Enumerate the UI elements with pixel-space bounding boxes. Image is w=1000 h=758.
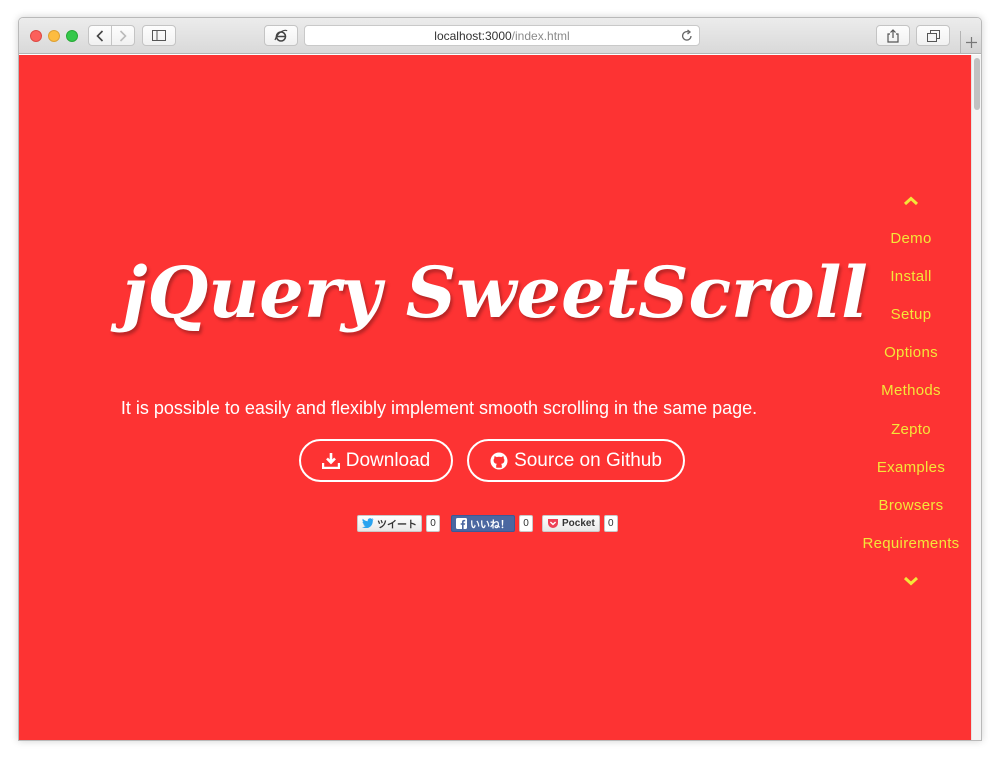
page-viewport: jQuery SweetScroll It is possible to eas… xyxy=(19,55,971,740)
twitter-bird-icon xyxy=(362,518,374,528)
share-button[interactable] xyxy=(876,25,910,46)
vertical-scrollbar[interactable] xyxy=(971,55,981,740)
tweet-label: ツイート xyxy=(377,519,417,531)
tweet-widget: ツイート 0 xyxy=(357,514,440,532)
sidebar-toggle-button[interactable] xyxy=(142,25,176,46)
new-tab-button[interactable] xyxy=(960,31,981,53)
plus-icon xyxy=(966,36,977,48)
pocket-button[interactable]: Pocket xyxy=(542,514,600,532)
facebook-like-label: いいね！ xyxy=(470,519,510,531)
nav-item-requirements[interactable]: Requirements xyxy=(841,535,971,552)
address-bar[interactable]: localhost:3000/index.html xyxy=(304,25,700,46)
maximize-window-button[interactable] xyxy=(66,30,78,42)
pocket-icon xyxy=(548,518,558,528)
tweet-count: 0 xyxy=(426,514,440,532)
facebook-like-widget: いいね！ 0 xyxy=(451,514,533,532)
tweet-button[interactable]: ツイート xyxy=(357,514,422,532)
url-path: /index.html xyxy=(511,28,570,43)
facebook-icon xyxy=(456,517,467,529)
close-window-button[interactable] xyxy=(30,30,42,42)
page-title: jQuery SweetScroll xyxy=(122,251,868,334)
chevron-right-icon xyxy=(119,29,127,42)
chevron-down-icon[interactable] xyxy=(902,575,920,587)
download-label: Download xyxy=(345,449,431,471)
nav-item-methods[interactable]: Methods xyxy=(841,382,971,399)
nav-item-browsers[interactable]: Browsers xyxy=(841,497,971,514)
browser-window: localhost:3000/index.html jQuery SweetSc… xyxy=(18,17,982,741)
nav-item-zepto[interactable]: Zepto xyxy=(841,421,971,438)
url-host: localhost:3000 xyxy=(434,28,512,43)
pocket-count: 0 xyxy=(603,514,618,532)
browser-toolbar: localhost:3000/index.html xyxy=(19,18,981,54)
minimize-window-button[interactable] xyxy=(48,30,60,42)
share-icon xyxy=(887,28,899,43)
download-button[interactable]: Download xyxy=(299,439,453,482)
github-label: Source on Github xyxy=(514,449,662,471)
github-icon xyxy=(490,452,508,469)
nav-item-install[interactable]: Install xyxy=(841,268,971,285)
page-subtitle: It is possible to easily and flexibly im… xyxy=(120,398,758,418)
pocket-label: Pocket xyxy=(562,517,595,529)
show-tabs-button[interactable] xyxy=(916,25,950,46)
back-button[interactable] xyxy=(88,25,112,46)
nav-item-options[interactable]: Options xyxy=(841,344,971,361)
internet-explorer-button[interactable] xyxy=(264,25,298,46)
nav-item-setup[interactable]: Setup xyxy=(841,306,971,323)
facebook-like-count: 0 xyxy=(519,514,533,532)
pocket-widget: Pocket 0 xyxy=(542,514,618,532)
github-button[interactable]: Source on Github xyxy=(467,439,685,482)
reload-icon[interactable] xyxy=(681,29,693,42)
download-icon xyxy=(321,453,340,469)
scrollbar-thumb[interactable] xyxy=(974,58,980,110)
nav-item-examples[interactable]: Examples xyxy=(841,459,971,476)
nav-item-demo[interactable]: Demo xyxy=(841,230,971,247)
internet-explorer-icon xyxy=(274,29,288,42)
sidebar-icon xyxy=(152,30,166,41)
chevron-left-icon xyxy=(96,29,104,42)
forward-button[interactable] xyxy=(111,25,135,46)
facebook-like-button[interactable]: いいね！ xyxy=(451,514,515,532)
tabs-icon xyxy=(926,29,940,42)
chevron-up-icon[interactable] xyxy=(902,195,920,207)
